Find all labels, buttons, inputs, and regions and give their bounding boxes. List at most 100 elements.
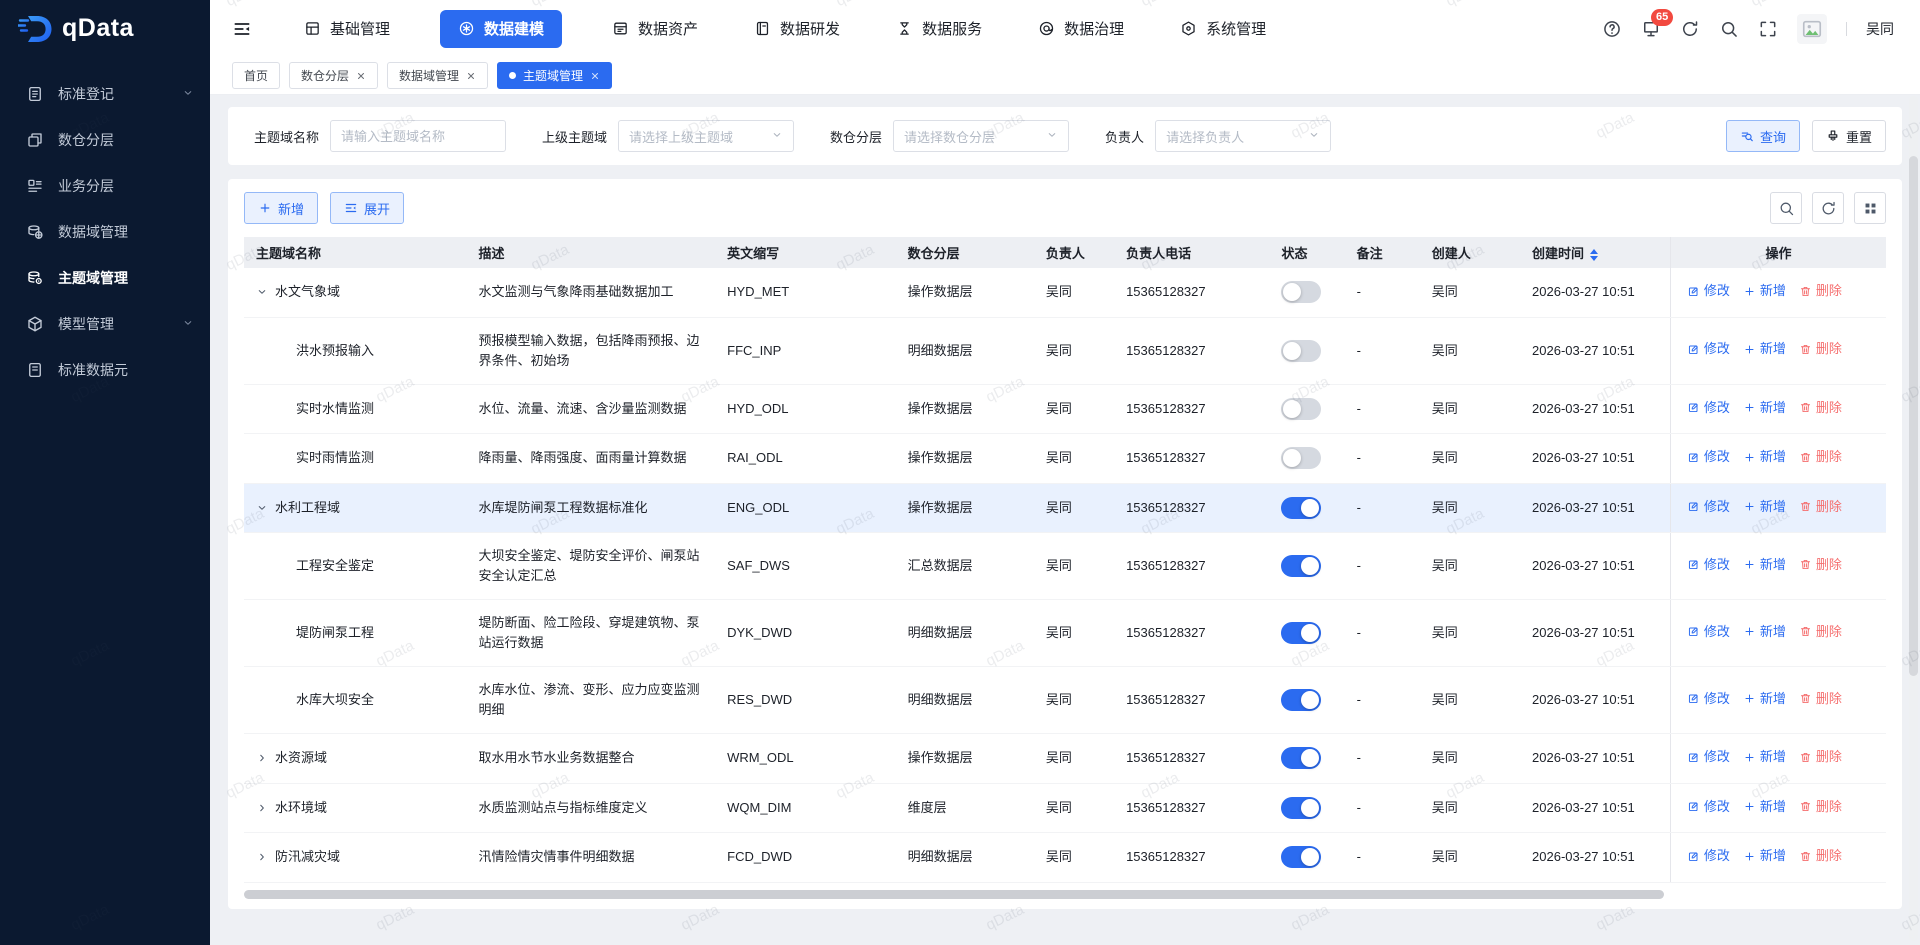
delete-row-button[interactable]: 删除 <box>1799 281 1842 301</box>
delete-row-button[interactable]: 删除 <box>1799 339 1842 359</box>
vertical-scrollbar-track[interactable] <box>1909 96 1918 941</box>
edit-row-button[interactable]: 修改 <box>1687 747 1730 767</box>
edit-row-button[interactable]: 修改 <box>1687 622 1730 642</box>
fullscreen-icon[interactable] <box>1758 19 1778 39</box>
query-button[interactable]: 查询 <box>1725 120 1800 152</box>
refresh-icon[interactable] <box>1680 19 1700 39</box>
tree-collapse-icon[interactable] <box>256 502 268 514</box>
cell-remark-value: - <box>1356 849 1361 865</box>
avatar[interactable] <box>1797 13 1827 44</box>
delete-row-button[interactable]: 删除 <box>1799 689 1842 709</box>
status-toggle[interactable] <box>1281 747 1322 770</box>
tree-expand-icon[interactable] <box>256 802 268 814</box>
notification-icon[interactable]: 65 <box>1641 8 1674 39</box>
delete-row-button[interactable]: 删除 <box>1799 398 1842 418</box>
filter-select-owner[interactable]: 请选择负责人 <box>1155 120 1332 152</box>
add-row-button[interactable]: 新增 <box>1743 339 1786 359</box>
tab-close-icon[interactable] <box>356 71 366 81</box>
tab-close-icon[interactable] <box>466 71 476 81</box>
tab-close-icon[interactable] <box>590 71 600 81</box>
status-toggle[interactable] <box>1281 281 1322 304</box>
delete-row-button[interactable]: 删除 <box>1799 555 1842 575</box>
username[interactable]: 吴同 <box>1866 19 1894 39</box>
status-toggle[interactable] <box>1281 496 1322 519</box>
reset-button[interactable]: 重置 <box>1811 120 1886 152</box>
add-row-button[interactable]: 新增 <box>1743 747 1786 767</box>
delete-row-button[interactable]: 删除 <box>1799 797 1842 817</box>
edit-row-button[interactable]: 修改 <box>1687 398 1730 418</box>
edit-row-button[interactable]: 修改 <box>1687 689 1730 709</box>
status-toggle[interactable] <box>1281 846 1322 869</box>
table-search-button[interactable] <box>1770 192 1802 224</box>
tab-subject-domain-mgmt[interactable]: 主题域管理 <box>497 62 613 89</box>
sidebar-item-standard-data-element[interactable]: 标准数据元 <box>0 347 210 393</box>
tree-expand-icon[interactable] <box>256 752 268 764</box>
sidebar-item-standard-registry[interactable]: 标准登记 <box>0 71 210 117</box>
add-row-button[interactable]: 新增 <box>1743 846 1786 866</box>
delete-row-button[interactable]: 删除 <box>1799 497 1842 517</box>
plus-icon <box>1743 625 1756 638</box>
search-icon[interactable] <box>1719 19 1739 39</box>
expand-all-button[interactable]: 展开 <box>330 192 405 224</box>
tree-collapse-icon[interactable] <box>256 286 268 298</box>
sidebar-item-data-domain-mgmt[interactable]: 数据域管理 <box>0 209 210 255</box>
filter-select-parent[interactable]: 请选择上级主题域 <box>618 120 795 152</box>
cell-actions: 修改 新增 删除 <box>1669 832 1886 883</box>
add-row-button[interactable]: 新增 <box>1743 497 1786 517</box>
edit-row-button[interactable]: 修改 <box>1687 846 1730 866</box>
delete-row-button[interactable]: 删除 <box>1799 846 1842 866</box>
tab-data-domain-mgmt[interactable]: 数据域管理 <box>387 62 489 89</box>
status-toggle[interactable] <box>1281 555 1322 577</box>
nav-item-data-modeling[interactable]: 数据建模 <box>440 9 563 48</box>
filter-input-name[interactable] <box>330 120 507 152</box>
add-row-button[interactable]: 新增 <box>1743 622 1786 642</box>
horizontal-scrollbar[interactable] <box>244 889 1664 899</box>
edit-row-button[interactable]: 修改 <box>1687 339 1730 359</box>
status-toggle[interactable] <box>1281 796 1322 819</box>
nav-item-data-asset[interactable]: 数据资产 <box>606 10 704 48</box>
edit-row-button[interactable]: 修改 <box>1687 281 1730 301</box>
add-row-button[interactable]: 新增 <box>1743 689 1786 709</box>
nav-item-data-service[interactable]: 数据服务 <box>890 10 988 48</box>
status-toggle[interactable] <box>1281 397 1322 420</box>
tree-expand-icon[interactable] <box>256 851 268 863</box>
cell-name: 水资源域 <box>244 733 467 784</box>
help-icon[interactable] <box>1602 19 1622 39</box>
nav-item-data-dev[interactable]: 数据研发 <box>748 10 846 48</box>
tab-home[interactable]: 首页 <box>232 62 281 89</box>
sidebar-item-model-mgmt[interactable]: 模型管理 <box>0 301 210 347</box>
edit-row-button[interactable]: 修改 <box>1687 497 1730 517</box>
sidebar-item-business-layers[interactable]: 业务分层 <box>0 163 210 209</box>
collapse-menu-button[interactable] <box>232 19 252 39</box>
nav-item-system-mgmt[interactable]: 系统管理 <box>1174 10 1272 48</box>
edit-row-button[interactable]: 修改 <box>1687 447 1730 467</box>
edit-row-button[interactable]: 修改 <box>1687 797 1730 817</box>
plus-icon <box>1743 343 1756 356</box>
add-row-button[interactable]: 新增 <box>1743 447 1786 467</box>
cell-english-abbr: WRM_ODL <box>715 733 896 784</box>
edit-row-button[interactable]: 修改 <box>1687 555 1730 575</box>
add-row-button[interactable]: 新增 <box>1743 281 1786 301</box>
nav-item-basic-mgmt[interactable]: 基础管理 <box>298 10 396 48</box>
sidebar-item-dw-layers[interactable]: 数仓分层 <box>0 117 210 163</box>
tab-dw-layers[interactable]: 数仓分层 <box>289 62 379 89</box>
add-row-button[interactable]: 新增 <box>1743 398 1786 418</box>
add-button[interactable]: 新增 <box>244 192 319 224</box>
table-columns-button[interactable] <box>1854 192 1886 224</box>
sort-created-time[interactable] <box>1590 248 1599 261</box>
status-toggle[interactable] <box>1281 339 1322 362</box>
status-toggle[interactable] <box>1281 689 1322 711</box>
add-row-button[interactable]: 新增 <box>1743 555 1786 575</box>
add-row-button[interactable]: 新增 <box>1743 797 1786 817</box>
delete-row-button[interactable]: 删除 <box>1799 747 1842 767</box>
vertical-scrollbar-thumb[interactable] <box>1909 156 1918 676</box>
plus-icon <box>258 201 272 215</box>
filter-select-layer[interactable]: 请选择数仓分层 <box>893 120 1070 152</box>
delete-row-button[interactable]: 删除 <box>1799 447 1842 467</box>
status-toggle[interactable] <box>1281 622 1322 644</box>
nav-item-data-governance[interactable]: 数据治理 <box>1032 10 1130 48</box>
delete-row-button[interactable]: 删除 <box>1799 622 1842 642</box>
table-refresh-button[interactable] <box>1812 192 1844 224</box>
status-toggle[interactable] <box>1281 447 1322 470</box>
sidebar-item-subject-domain-mgmt[interactable]: 主题域管理 <box>0 255 210 301</box>
